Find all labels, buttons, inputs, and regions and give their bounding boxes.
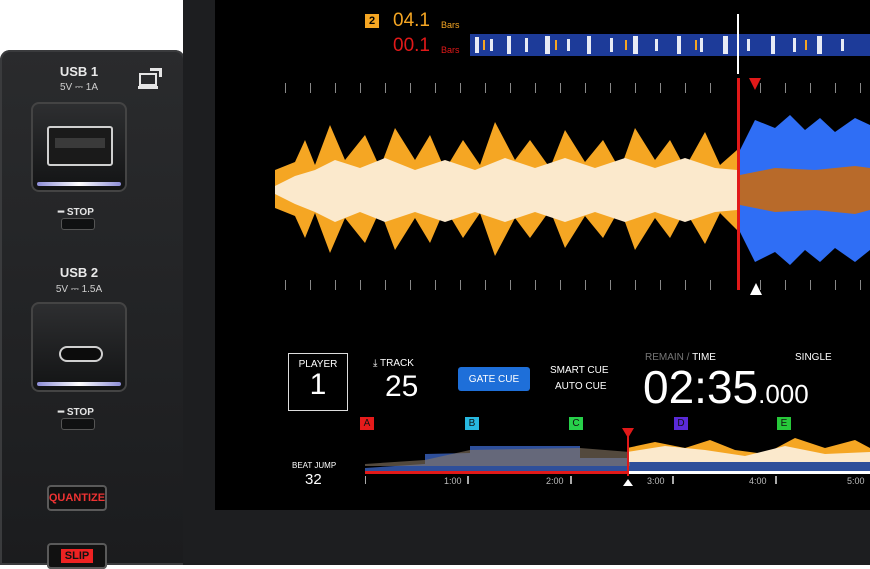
- slip-label: SLIP: [60, 549, 94, 563]
- beat-jump-label: BEAT JUMP: [292, 461, 337, 470]
- track-number: 25: [385, 370, 419, 403]
- player-box: PLAYER 1: [288, 353, 348, 411]
- usb-c-port[interactable]: [59, 346, 103, 362]
- beat-jump-value[interactable]: 32: [305, 471, 322, 488]
- usb2-port-bay: [31, 302, 127, 392]
- usb-a-port[interactable]: [47, 126, 113, 166]
- timeline-5-00: 5:00: [847, 476, 865, 486]
- usb1-spec: 5V ⎓ 1A: [60, 82, 98, 93]
- quantize-label: QUANTIZE: [48, 492, 106, 504]
- usb2-stop-button[interactable]: [61, 418, 95, 430]
- usb2-indicator-light: [37, 382, 121, 386]
- usb2-spec: 5V ⎓ 1.5A: [55, 284, 103, 295]
- player-number: 1: [309, 368, 327, 401]
- timeline-1-00: 1:00: [444, 476, 462, 486]
- time-display: 02:35.000: [643, 360, 809, 414]
- laptop-icon: [136, 66, 166, 96]
- usb1-port-bay: [31, 102, 127, 192]
- slip-button[interactable]: SLIP: [47, 543, 107, 569]
- timeline-2-00: 2:00: [546, 476, 564, 486]
- time-ms: .000: [758, 379, 809, 409]
- track-label-group: ⤓ TRACK: [373, 358, 414, 369]
- auto-cue-label[interactable]: AUTO CUE: [555, 381, 607, 392]
- usb2-title: USB 2: [59, 265, 99, 280]
- usb1-title: USB 1: [59, 64, 99, 79]
- quantize-button[interactable]: QUANTIZE: [47, 485, 107, 511]
- main-waveform: [275, 78, 870, 295]
- track-overview[interactable]: [365, 428, 870, 498]
- timeline-3-00: 3:00: [647, 476, 665, 486]
- smart-cue-label[interactable]: SMART CUE: [550, 365, 609, 376]
- timeline-4-00: 4:00: [749, 476, 767, 486]
- time-main: 02:35: [643, 361, 759, 413]
- display-screen: 2 04.1 Bars 00.1 Bars PLAYER 1 ⤓ TRACK 2…: [215, 0, 870, 510]
- gate-cue-button[interactable]: GATE CUE: [458, 367, 530, 391]
- usb1-indicator-light: [37, 182, 121, 186]
- track-label: TRACK: [380, 358, 414, 369]
- overview-waveform: [470, 14, 870, 74]
- download-icon: ⤓: [373, 358, 381, 369]
- usb1-stop-button[interactable]: [61, 218, 95, 230]
